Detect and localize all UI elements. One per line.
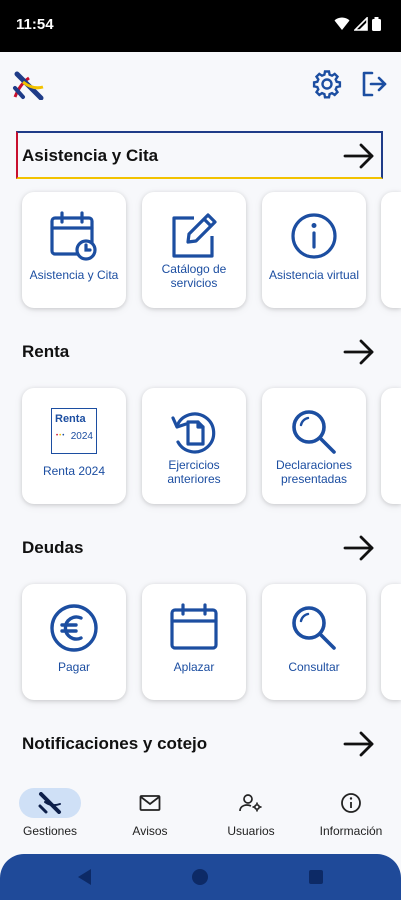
logout-icon[interactable] <box>359 69 389 104</box>
card-label: Ejercicios anteriores <box>167 458 221 486</box>
nav-avisos[interactable]: Avisos <box>100 788 200 838</box>
nav-label: Gestiones <box>22 824 78 838</box>
calendar-icon <box>142 602 246 654</box>
back-icon[interactable] <box>76 868 94 891</box>
status-icons <box>334 16 381 36</box>
card-renta-2024[interactable]: Renta ••• 2024 Renta 2024 <box>22 388 126 504</box>
nav-gestiones[interactable]: Gestiones <box>0 788 100 838</box>
section-title-notificaciones: Notificaciones y cotejo <box>22 734 208 753</box>
nav-informacion[interactable]: Información <box>301 788 401 838</box>
arrow-right-icon[interactable] <box>342 141 376 176</box>
card-asistencia-virtual[interactable]: Asistencia virtual <box>262 192 366 308</box>
card-partial[interactable] <box>381 192 401 308</box>
card-label: Declaraciones presentadas <box>275 458 353 486</box>
app-bar <box>0 52 401 116</box>
card-label: Asistencia virtual <box>268 268 360 282</box>
info-icon <box>301 788 401 818</box>
card-catalogo-servicios[interactable]: Catálogo de servicios <box>142 192 246 308</box>
renta-logo-year: 2024 <box>70 431 93 442</box>
renta-logo-dots: ••• <box>56 433 66 439</box>
signal-icon <box>353 16 368 36</box>
renta-2024-logo: Renta ••• 2024 <box>22 408 126 460</box>
card-pagar[interactable]: Pagar <box>22 584 126 700</box>
section-title-asistencia: Asistencia y Cita <box>22 146 159 165</box>
calendar-clock-icon <box>22 210 126 262</box>
info-circle-icon <box>262 210 366 262</box>
settings-gear-icon[interactable] <box>312 69 342 104</box>
status-time: 11:54 <box>16 16 54 33</box>
system-navigation-bar <box>0 854 401 900</box>
section-title-renta: Renta <box>22 342 70 361</box>
card-label: Catálogo de servicios <box>161 262 227 290</box>
card-ejercicios-anteriores[interactable]: Ejercicios anteriores <box>142 388 246 504</box>
card-partial[interactable] <box>381 388 401 504</box>
card-label: Pagar <box>57 660 91 674</box>
status-bar: 11:54 <box>0 0 401 52</box>
euro-icon <box>22 602 126 654</box>
card-label: Asistencia y Cita <box>29 268 119 282</box>
mail-icon <box>100 788 200 818</box>
section-title-deudas: Deudas <box>22 538 84 557</box>
arrow-right-icon[interactable] <box>342 337 376 372</box>
nav-label: Usuarios <box>227 824 275 838</box>
nav-usuarios[interactable]: Usuarios <box>201 788 301 838</box>
arrow-right-icon[interactable] <box>342 729 376 764</box>
renta-logo-text: Renta <box>55 413 86 425</box>
wifi-icon <box>334 17 350 36</box>
card-declaraciones-presentadas[interactable]: Declaraciones presentadas <box>262 388 366 504</box>
card-label: Aplazar <box>173 660 215 674</box>
card-aplazar[interactable]: Aplazar <box>142 584 246 700</box>
battery-icon <box>372 17 381 36</box>
history-document-icon <box>142 406 246 458</box>
arrow-right-icon[interactable] <box>342 533 376 568</box>
recents-icon[interactable] <box>307 868 325 891</box>
bottom-navigation: Gestiones Avisos Usuarios Información <box>0 776 401 854</box>
nav-label: Información <box>319 824 383 838</box>
card-label: Renta 2024 <box>42 464 106 478</box>
home-icon[interactable] <box>191 868 209 891</box>
agencia-logo-icon <box>19 788 81 818</box>
card-asistencia-cita[interactable]: Asistencia y Cita <box>22 192 126 308</box>
agencia-tributaria-logo <box>11 70 45 105</box>
nav-label: Avisos <box>132 824 168 838</box>
card-consultar[interactable]: Consultar <box>262 584 366 700</box>
card-partial[interactable] <box>381 584 401 700</box>
users-settings-icon <box>201 788 301 818</box>
search-icon <box>262 602 366 654</box>
edit-square-icon <box>142 210 246 262</box>
search-icon <box>262 406 366 458</box>
card-label: Consultar <box>288 660 340 674</box>
